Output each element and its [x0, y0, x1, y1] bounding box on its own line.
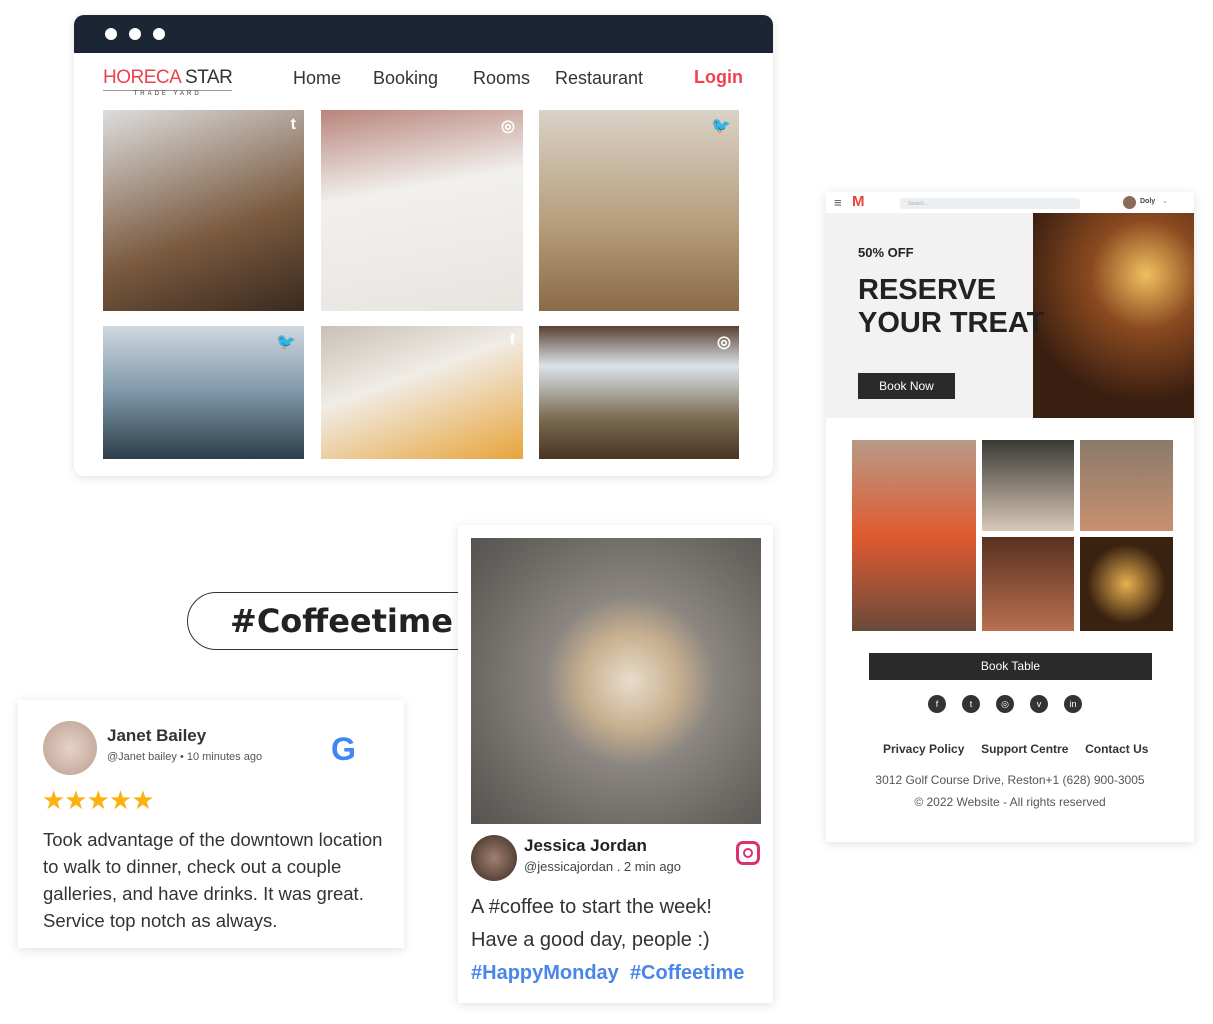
- reviewer-handle: @Janet bailey: [107, 751, 177, 763]
- post-photo[interactable]: [471, 538, 761, 824]
- instagram-post-card: Jessica Jordan @jessicajordan . 2 min ag…: [458, 525, 773, 1003]
- discount-label: 50% OFF: [858, 245, 914, 260]
- book-now-button[interactable]: Book Now: [858, 373, 955, 399]
- menu-icon[interactable]: ≡: [834, 195, 842, 210]
- avatar: [1123, 196, 1136, 209]
- instagram-icon: ◎: [501, 118, 515, 135]
- poster-name: Jessica Jordan: [524, 836, 647, 855]
- vimeo-icon[interactable]: v: [1030, 695, 1048, 713]
- post-time: . 2 min ago: [616, 859, 682, 874]
- hashtag-link[interactable]: #HappyMonday: [471, 962, 619, 984]
- gallery-photo[interactable]: [982, 440, 1074, 531]
- gallery-photo[interactable]: [982, 537, 1074, 631]
- photo-hotel-room[interactable]: 🐦: [539, 110, 739, 311]
- google-icon: G: [331, 731, 356, 767]
- post-text: A #coffee to start the week!: [471, 896, 712, 918]
- twitter-icon[interactable]: t: [962, 695, 980, 713]
- gallery-photo[interactable]: [1080, 440, 1173, 531]
- nav-rooms[interactable]: Rooms: [473, 68, 530, 89]
- chevron-down-icon[interactable]: ⌄: [1162, 197, 1168, 205]
- email-search-input[interactable]: Search...: [900, 198, 1080, 209]
- book-table-button[interactable]: Book Table: [869, 653, 1152, 680]
- login-link[interactable]: Login: [694, 67, 743, 88]
- tumblr-icon: t: [290, 116, 296, 133]
- headline: YOUR TREAT: [858, 307, 1045, 339]
- instagram-icon: ◎: [717, 334, 731, 351]
- facebook-icon[interactable]: f: [928, 695, 946, 713]
- logo-text: STAR: [185, 67, 233, 88]
- photo-terrace[interactable]: ◎: [539, 326, 739, 459]
- logo-tagline: TRADE YARD: [103, 90, 233, 97]
- contact-us-link[interactable]: Contact Us: [1085, 742, 1148, 756]
- star-rating: ★★★★★: [42, 785, 155, 815]
- post-text: Have a good day, people :): [471, 929, 710, 951]
- instagram-icon: [736, 841, 760, 865]
- headline: RESERVE: [858, 274, 997, 306]
- photo-chef[interactable]: t: [103, 110, 304, 311]
- gmail-icon: M: [852, 193, 865, 210]
- search-value: #Coffeetime: [230, 602, 453, 640]
- logo-text: HORECA: [103, 67, 181, 88]
- linkedin-icon[interactable]: in: [1064, 695, 1082, 713]
- review-text: Took advantage of the downtown location …: [43, 829, 383, 931]
- window-titlebar: [74, 15, 773, 53]
- avatar: [471, 835, 517, 881]
- social-links: f t ◎ v in: [920, 694, 1090, 713]
- nav-restaurant[interactable]: Restaurant: [555, 68, 643, 89]
- hashtag-link[interactable]: #Coffeetime: [630, 962, 744, 984]
- review-time: • 10 minutes ago: [179, 751, 263, 763]
- gallery-photo[interactable]: [1080, 537, 1173, 631]
- avatar: [43, 721, 97, 775]
- gallery-photo[interactable]: [852, 440, 976, 631]
- instagram-icon[interactable]: ◎: [996, 695, 1014, 713]
- photo-pumpkin-soup[interactable]: f: [321, 326, 523, 459]
- photo-city-view[interactable]: 🐦: [103, 326, 304, 459]
- photo-bedroom[interactable]: ◎: [321, 110, 523, 311]
- copyright: © 2022 Website - All rights reserved: [914, 795, 1106, 809]
- twitter-icon: 🐦: [276, 334, 296, 351]
- twitter-icon: 🐦: [711, 118, 731, 135]
- email-newsletter-preview: ≡ M Search... Doly ⌄ 50% OFF RESERVE YOUR…: [826, 192, 1194, 842]
- nav-booking[interactable]: Booking: [373, 68, 438, 89]
- user-name[interactable]: Doly: [1140, 198, 1155, 205]
- nav-home[interactable]: Home: [293, 68, 341, 89]
- facebook-icon: f: [509, 332, 515, 349]
- website-preview: HORECA STAR TRADE YARD Home Booking Rooms…: [74, 15, 773, 476]
- privacy-policy-link[interactable]: Privacy Policy: [883, 742, 964, 756]
- window-dot: [153, 28, 165, 40]
- google-review-card: Janet Bailey @Janet bailey • 10 minutes …: [18, 700, 404, 948]
- window-dot: [105, 28, 117, 40]
- support-centre-link[interactable]: Support Centre: [981, 742, 1068, 756]
- logo[interactable]: HORECA STAR TRADE YARD: [103, 67, 233, 97]
- poster-handle: @jessicajordan: [524, 859, 614, 874]
- address: 3012 Golf Course Drive, Reston+1 (628) 9…: [875, 773, 1145, 787]
- reviewer-name: Janet Bailey: [107, 726, 207, 745]
- hero-photo: [1033, 213, 1194, 418]
- window-dot: [129, 28, 141, 40]
